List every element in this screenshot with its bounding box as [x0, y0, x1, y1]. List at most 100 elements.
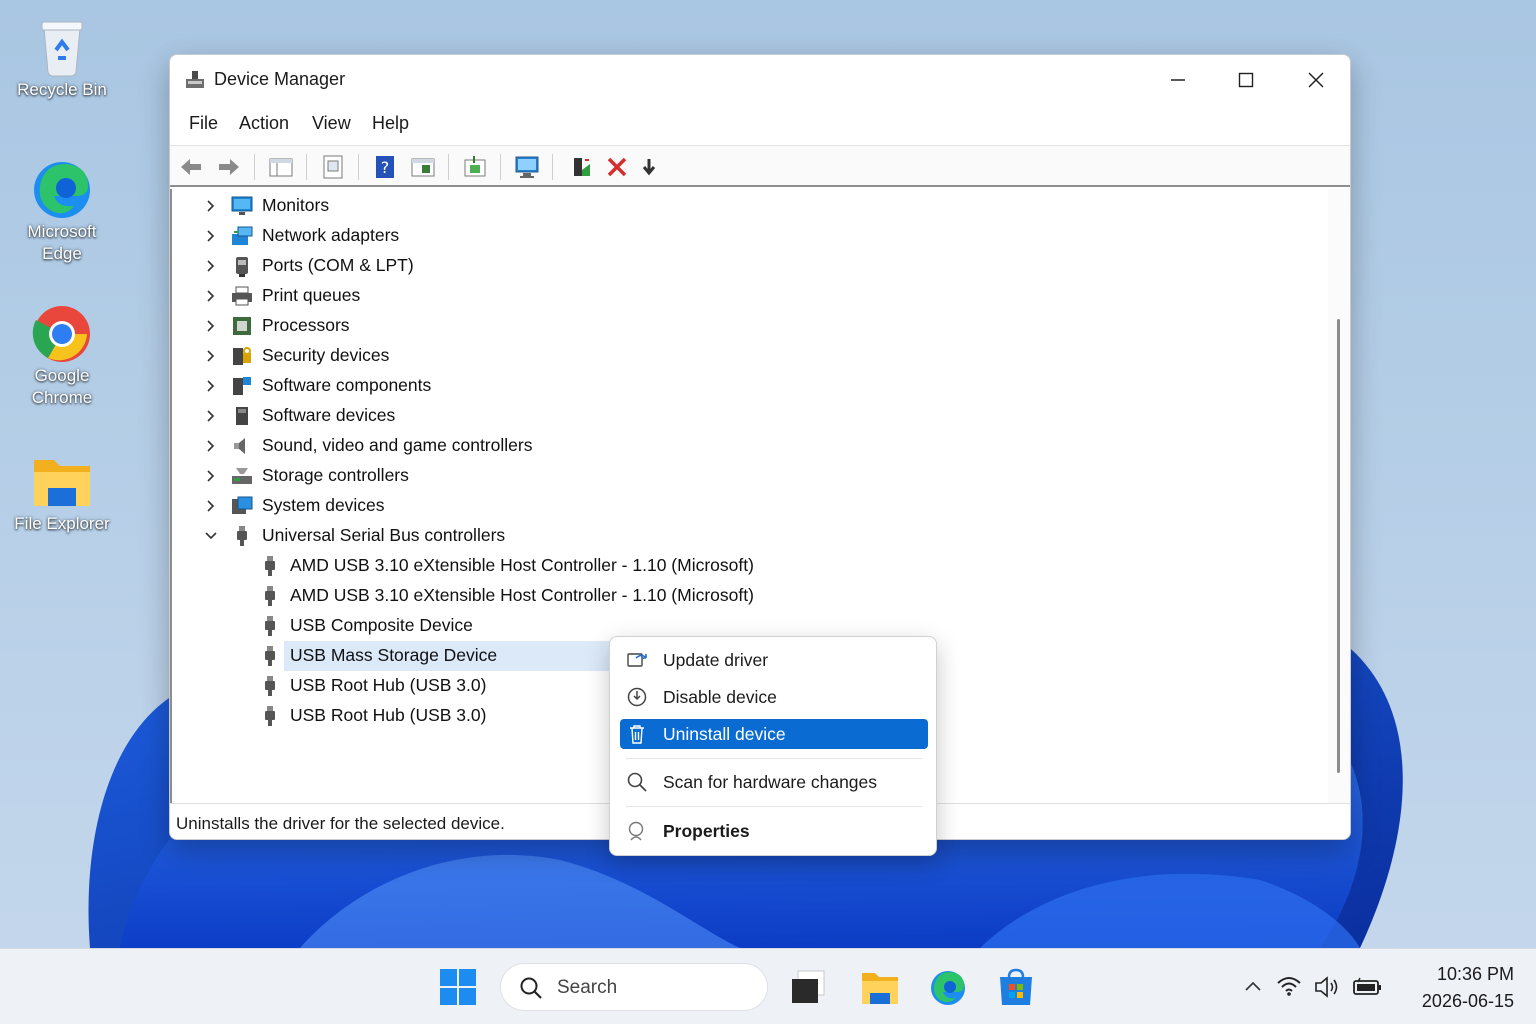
menu-item-properties[interactable]: Properties — [620, 816, 928, 846]
toolbar-separator — [500, 154, 501, 180]
menu-item-label: Disable device — [663, 687, 777, 707]
software-device-icon — [236, 407, 248, 425]
toolbar-separator — [448, 154, 449, 180]
start-icon[interactable] — [438, 967, 478, 1007]
tree-category-row[interactable]: Monitors — [172, 191, 1322, 219]
chevron-right-icon[interactable] — [204, 499, 218, 513]
menu-help[interactable]: Help — [372, 113, 409, 134]
chevron-down-icon[interactable] — [204, 529, 218, 543]
maximize-button[interactable] — [1212, 55, 1280, 105]
menu-item-update-driver[interactable]: Update driver — [620, 645, 928, 675]
taskbar: Search 10:36 PM 2026-06-15 — [0, 948, 1536, 1024]
scan-hardware-icon[interactable] — [514, 154, 540, 180]
battery-icon[interactable] — [1352, 976, 1384, 998]
update-driver-icon — [627, 653, 647, 667]
menu-item-uninstall-device[interactable]: Uninstall device — [620, 719, 928, 749]
tree-category-row[interactable]: Security devices — [172, 341, 1322, 369]
chevron-right-icon[interactable] — [204, 319, 218, 333]
search-icon — [520, 977, 542, 999]
tree-category-row[interactable]: Ports (COM & LPT) — [172, 251, 1322, 279]
volume-icon[interactable] — [1314, 975, 1342, 999]
svg-text:?: ? — [381, 158, 390, 177]
tree-category-row[interactable]: Software components — [172, 371, 1322, 399]
properties-icon[interactable] — [320, 154, 346, 180]
speaker-icon — [234, 438, 245, 454]
tree-category-label: Storage controllers — [262, 465, 409, 485]
tree-category-row[interactable]: Software devices — [172, 401, 1322, 429]
chevron-right-icon[interactable] — [204, 469, 218, 483]
trash-icon — [630, 725, 644, 744]
close-icon — [1308, 72, 1324, 88]
usb-icon — [265, 556, 275, 576]
usb-icon — [265, 676, 275, 696]
tree-category-row[interactable]: Processors — [172, 311, 1322, 339]
disable-icon[interactable] — [636, 154, 662, 180]
tree-category-row[interactable]: Storage controllers — [172, 461, 1322, 489]
scan-icon — [627, 772, 647, 792]
chevron-right-icon[interactable] — [204, 289, 218, 303]
tree-device-row[interactable]: AMD USB 3.10 eXtensible Host Controller … — [172, 581, 1322, 609]
title-bar[interactable]: Device Manager — [170, 55, 1350, 107]
wifi-icon[interactable] — [1276, 975, 1302, 997]
desktop-icon-label: Edge — [42, 244, 82, 263]
minimize-button[interactable] — [1144, 55, 1212, 105]
desktop-icon-recycle-bin[interactable]: Recycle Bin — [8, 14, 116, 102]
status-text: Uninstalls the driver for the selected d… — [176, 814, 505, 833]
back-icon[interactable] — [178, 154, 204, 180]
chevron-right-icon[interactable] — [204, 199, 218, 213]
tree-device-row[interactable]: AMD USB 3.10 eXtensible Host Controller … — [172, 551, 1322, 579]
tree-device-label: USB Root Hub (USB 3.0) — [290, 705, 487, 725]
tree-category-label: Ports (COM & LPT) — [262, 255, 414, 275]
uninstall-device-icon[interactable] — [604, 154, 630, 180]
edge-icon[interactable] — [928, 967, 968, 1007]
menu-view[interactable]: View — [312, 113, 351, 134]
tree-category-label: Print queues — [262, 285, 361, 305]
tree-category-row[interactable]: Sound, video and game controllers — [172, 431, 1322, 459]
tree-device-label: AMD USB 3.10 eXtensible Host Controller … — [290, 555, 754, 575]
menu-file[interactable]: File — [189, 113, 218, 134]
tree-category-row[interactable]: Print queues — [172, 281, 1322, 309]
tree-category-row[interactable]: Network adapters — [172, 221, 1322, 249]
store-icon[interactable] — [996, 967, 1036, 1007]
tree-category-row-expanded[interactable]: Universal Serial Bus controllers — [172, 521, 1322, 549]
monitor-icon — [231, 196, 253, 215]
chevron-right-icon[interactable] — [204, 229, 218, 243]
toolbar: ? — [170, 145, 1350, 187]
update-driver-icon[interactable] — [462, 154, 488, 180]
vertical-scrollbar[interactable] — [1328, 189, 1350, 803]
taskbar-search[interactable]: Search — [500, 963, 768, 1011]
menu-action[interactable]: Action — [239, 113, 289, 134]
clock[interactable]: 10:36 PM 2026-06-15 — [1398, 961, 1514, 1015]
task-view-icon[interactable] — [788, 967, 828, 1007]
storage-controller-icon — [232, 468, 252, 484]
chevron-right-icon[interactable] — [204, 259, 218, 273]
add-legacy-hardware-icon[interactable] — [568, 154, 594, 180]
tree-category-label: Processors — [262, 315, 350, 335]
desktop-icon-edge[interactable]: Microsoft Edge — [8, 156, 116, 266]
properties-icon — [628, 821, 644, 841]
help-icon[interactable]: ? — [372, 154, 398, 180]
chevron-right-icon[interactable] — [204, 439, 218, 453]
show-hide-console-tree-icon[interactable] — [268, 154, 294, 180]
menu-item-disable-device[interactable]: Disable device — [620, 682, 928, 712]
desktop-icon-chrome[interactable]: Google Chrome — [8, 300, 116, 410]
folder-icon — [34, 460, 90, 506]
forward-icon[interactable] — [216, 154, 242, 180]
menu-item-scan-hardware[interactable]: Scan for hardware changes — [620, 767, 928, 797]
chevron-right-icon[interactable] — [204, 349, 218, 363]
action-pane-icon[interactable] — [410, 154, 436, 180]
tree-device-label: USB Root Hub (USB 3.0) — [290, 675, 487, 695]
desktop-icon-file-explorer[interactable]: File Explorer — [8, 448, 116, 536]
close-button[interactable] — [1282, 55, 1350, 105]
file-explorer-icon[interactable] — [860, 967, 900, 1007]
recycle-bin-icon — [41, 21, 83, 77]
network-adapter-icon — [232, 226, 253, 245]
chevron-up-icon[interactable] — [1244, 979, 1262, 993]
tree-category-row[interactable]: System devices — [172, 491, 1322, 519]
tree-device-row[interactable]: USB Composite Device — [172, 611, 1322, 639]
usb-icon — [265, 586, 275, 606]
chevron-right-icon[interactable] — [204, 409, 218, 423]
chevron-right-icon[interactable] — [204, 379, 218, 393]
context-menu: Update driver Disable device Uninstall d… — [609, 636, 937, 856]
scrollbar-thumb[interactable] — [1337, 319, 1340, 773]
